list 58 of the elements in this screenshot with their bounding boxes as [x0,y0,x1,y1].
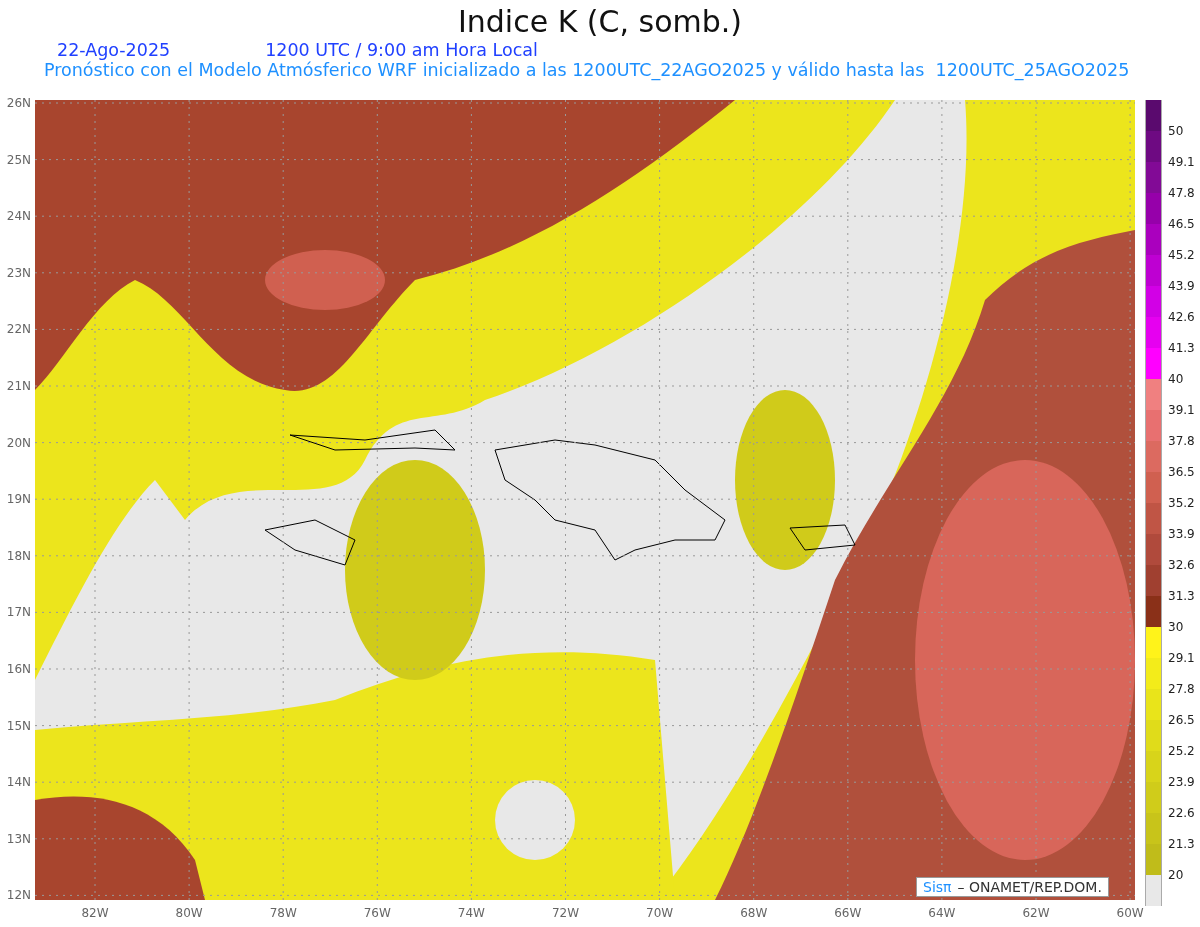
longitude-label: 62W [1022,906,1050,920]
legend-label: 27.8 [1168,682,1195,696]
legend-label: 25.2 [1168,744,1195,758]
legend-label: 39.1 [1168,403,1195,417]
legend-label: 22.6 [1168,806,1195,820]
latitude-label: 17N [6,605,31,620]
latitude-label: 18N [6,548,31,563]
legend-label: 41.3 [1168,341,1195,355]
latitude-label: 26N [6,96,31,110]
longitude-label: 82W [81,906,109,920]
legend-label: 30 [1168,620,1184,634]
legend-label: 32.6 [1168,558,1195,572]
legend-label: 40 [1168,372,1184,386]
legend-label: 42.6 [1168,310,1195,324]
logo-text: Sisπ [923,879,952,895]
longitude-label: 60W [1116,906,1144,920]
legend-label: 23.9 [1168,775,1195,789]
legend-label: 26.5 [1168,713,1195,727]
legend-label: 50 [1168,124,1184,138]
legend-label: 36.5 [1168,465,1195,479]
legend-label: 49.1 [1168,155,1195,169]
legend-label: 43.9 [1168,279,1195,293]
latitude-label: 23N [6,265,31,280]
legend-label: 29.1 [1168,651,1195,665]
longitude-label: 76W [363,906,391,920]
latitude-label: 16N [6,662,31,676]
legend-label: 47.8 [1168,186,1195,200]
legend-label: 21.3 [1168,837,1195,851]
latitude-label: 15N [6,718,31,733]
legend-label: 35.2 [1168,496,1195,510]
legend-label: 45.2 [1168,248,1195,262]
date-label: 22-Ago-2025 [57,40,171,60]
legend-label: 37.8 [1168,434,1195,448]
legend-label: 31.3 [1168,589,1195,603]
longitude-label: 78W [269,906,297,920]
latitude-label: 13N [6,831,31,846]
latitude-label: 19N [6,492,31,507]
credit-text: – ONAMET/REP.DOM. [957,879,1102,895]
latitude-label: 14N [6,775,31,790]
time-label: 1200 UTC / 9:00 am Hora Local [265,40,538,60]
forecast-subtitle: Pronóstico con el Modelo Atmósferico WRF inicializado a las 1200UTC_22AGO2025 y válido hasta las 1200UTC_25AGO2025 [43,60,1131,80]
longitude-label: 74W [457,906,485,920]
longitude-label: 80W [175,906,203,920]
latitude-label: 20N [6,435,31,450]
latitude-label: 21N [6,379,31,393]
longitude-label: 66W [834,906,862,920]
latitude-label: 24N [6,209,31,224]
longitude-label: 70W [646,906,674,920]
longitude-label: 68W [740,906,768,920]
longitude-label: 72W [551,906,580,920]
legend-label: 20 [1168,868,1184,882]
legend-label: 46.5 [1168,217,1195,231]
latitude-label: 25N [6,152,31,167]
longitude-label: 64W [928,906,956,920]
latitude-label: 12N [6,888,31,903]
legend-label: 33.9 [1168,527,1195,541]
latitude-label: 22N [6,322,31,337]
map-title: Indice K (C, somb.) [456,3,744,40]
